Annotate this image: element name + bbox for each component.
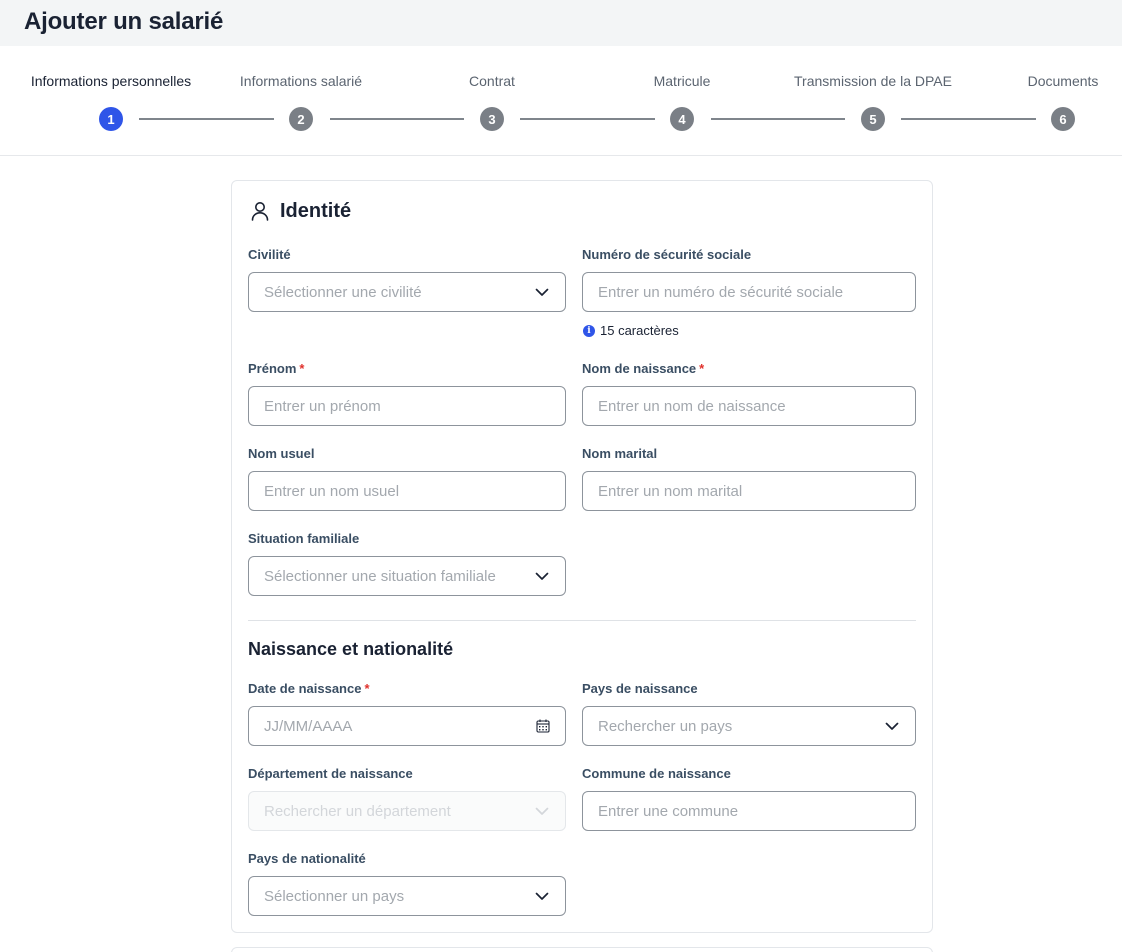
date-naissance-placeholder: JJ/MM/AAAA — [264, 717, 353, 735]
chevron-down-icon — [535, 807, 549, 815]
page-title: Ajouter un salarié — [24, 8, 224, 35]
situation-label: Situation familiale — [248, 531, 360, 546]
nationalite-placeholder: Sélectionner un pays — [264, 887, 405, 905]
required-marker: * — [364, 681, 370, 696]
nom-marital-label: Nom marital — [582, 446, 658, 461]
step-5-circle[interactable]: 5 — [861, 107, 885, 131]
step-label-5[interactable]: Transmission de la DPAE — [794, 73, 952, 89]
pays-naissance-label: Pays de naissance — [582, 681, 698, 696]
civilite-placeholder: Sélectionner une civilité — [264, 283, 422, 301]
required-marker: * — [699, 361, 705, 376]
nom-usuel-label: Nom usuel — [248, 446, 315, 461]
chevron-down-icon — [885, 722, 899, 730]
nom-naissance-placeholder: Entrer un nom de naissance — [598, 397, 786, 415]
civilite-select[interactable]: Sélectionner une civilité — [248, 272, 566, 312]
identity-section-header: Identité — [248, 199, 351, 223]
chevron-down-icon — [535, 892, 549, 900]
departement-select: Rechercher un département — [248, 791, 566, 831]
nom-marital-input[interactable]: Entrer un nom marital — [582, 471, 916, 511]
calendar-icon[interactable] — [536, 719, 550, 733]
stepper: Informations personnelles Informations s… — [0, 46, 1122, 156]
prenom-placeholder: Entrer un prénom — [264, 397, 381, 415]
date-naissance-input[interactable]: JJ/MM/AAAA — [248, 706, 566, 746]
step-label-6[interactable]: Documents — [1028, 73, 1099, 89]
commune-placeholder: Entrer une commune — [598, 802, 739, 820]
step-6-circle[interactable]: 6 — [1051, 107, 1075, 131]
step-connector — [711, 118, 845, 120]
nss-label: Numéro de sécurité sociale — [582, 247, 752, 262]
nss-input[interactable]: Entrer un numéro de sécurité sociale — [582, 272, 916, 312]
nss-placeholder: Entrer un numéro de sécurité sociale — [598, 283, 844, 301]
step-connector — [330, 118, 464, 120]
departement-placeholder: Rechercher un département — [264, 802, 451, 820]
step-2-circle[interactable]: 2 — [289, 107, 313, 131]
nationalite-label: Pays de nationalité — [248, 851, 366, 866]
page-header: Ajouter un salarié — [0, 0, 1122, 46]
birth-title: Naissance et nationalité — [248, 639, 454, 659]
pays-naissance-placeholder: Rechercher un pays — [598, 717, 733, 735]
situation-placeholder: Sélectionner une situation familiale — [264, 567, 496, 585]
commune-label: Commune de naissance — [582, 766, 731, 781]
step-connector — [901, 118, 1036, 120]
next-card-edge — [231, 947, 933, 952]
step-label-4[interactable]: Matricule — [654, 73, 711, 89]
pays-naissance-select[interactable]: Rechercher un pays — [582, 706, 916, 746]
nss-hint-text: 15 caractères — [600, 323, 679, 338]
identity-title: Identité — [280, 199, 352, 222]
step-label-3[interactable]: Contrat — [469, 73, 515, 89]
nom-marital-placeholder: Entrer un nom marital — [598, 482, 743, 500]
nationalite-select[interactable]: Sélectionner un pays — [248, 876, 566, 916]
nom-naissance-label: Nom de naissance * — [582, 361, 705, 376]
nom-usuel-input[interactable]: Entrer un nom usuel — [248, 471, 566, 511]
step-connector — [520, 118, 655, 120]
info-icon: i — [583, 324, 595, 337]
departement-label: Département de naissance — [248, 766, 413, 781]
step-1-circle[interactable]: 1 — [99, 107, 123, 131]
person-icon — [251, 202, 269, 221]
form-card: Identité Civilité Sélectionner une civil… — [231, 180, 933, 933]
prenom-label: Prénom * — [248, 361, 305, 376]
step-4-circle[interactable]: 4 — [670, 107, 694, 131]
date-naissance-label: Date de naissance * — [248, 681, 370, 696]
step-label-1[interactable]: Informations personnelles — [31, 73, 191, 89]
nss-hint: i 15 caractères — [583, 323, 679, 338]
situation-select[interactable]: Sélectionner une situation familiale — [248, 556, 566, 596]
step-3-circle[interactable]: 3 — [480, 107, 504, 131]
nom-usuel-placeholder: Entrer un nom usuel — [264, 482, 400, 500]
section-divider — [248, 620, 916, 621]
step-label-2[interactable]: Informations salarié — [240, 73, 362, 89]
chevron-down-icon — [535, 288, 549, 296]
civilite-label: Civilité — [248, 247, 291, 262]
nom-naissance-input[interactable]: Entrer un nom de naissance — [582, 386, 916, 426]
prenom-input[interactable]: Entrer un prénom — [248, 386, 566, 426]
commune-input[interactable]: Entrer une commune — [582, 791, 916, 831]
chevron-down-icon — [535, 572, 549, 580]
required-marker: * — [299, 361, 305, 376]
step-connector — [139, 118, 274, 120]
